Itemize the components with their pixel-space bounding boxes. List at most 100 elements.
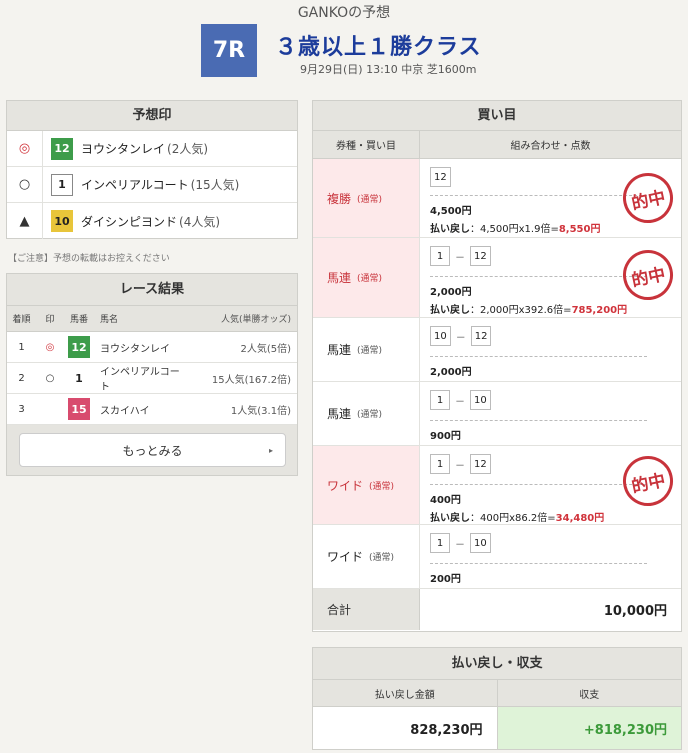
bet-row: 馬連 (通常) 1 － 12 2,000円 払い戻し：2,000円x392.6倍=78… bbox=[313, 238, 681, 318]
combo-number: 12 bbox=[430, 167, 451, 187]
combo-number: 10 bbox=[430, 326, 451, 346]
popularity-odds: 2人気(5倍) bbox=[240, 343, 291, 355]
horse-name-link[interactable]: ダイシンピヨンド bbox=[81, 213, 177, 230]
total-label: 合計 bbox=[313, 589, 420, 630]
header-popularity: 人気(単勝オッズ) bbox=[220, 315, 291, 325]
prediction-row: ▲ 10 ダイシンピヨンド (4人気) bbox=[7, 203, 297, 239]
combo-number: 1 bbox=[430, 246, 450, 266]
header-rank: 着順 bbox=[12, 315, 31, 325]
bet-type: 馬連 (通常) bbox=[313, 238, 420, 317]
bet-method: (通常) bbox=[357, 346, 383, 356]
payout-label: 払い戻し bbox=[430, 305, 470, 316]
bet-row: ワイド (通常) 1 － 10 200円 bbox=[313, 525, 681, 589]
payout-label: 払い戻し bbox=[430, 513, 470, 524]
combo-dash: － bbox=[455, 252, 465, 264]
payout-summary-title: 払い戻し・収支 bbox=[313, 648, 681, 680]
bet-type: 複勝 (通常) bbox=[313, 159, 420, 237]
payout-total: 785,200円 bbox=[571, 305, 628, 316]
combo-number: 1 bbox=[430, 390, 450, 410]
horse-name-link[interactable]: インペリアルコート bbox=[94, 363, 187, 393]
bet-type-label: ワイド bbox=[327, 478, 364, 493]
payout-total: 34,480円 bbox=[555, 513, 605, 524]
double-circle-mark-icon: ◎ bbox=[45, 341, 55, 353]
horse-name-link[interactable]: ヨウシタンレイ bbox=[94, 340, 187, 355]
bet-amount: 2,000円 bbox=[430, 367, 472, 378]
triangle-mark-icon: ▲ bbox=[7, 203, 43, 239]
popularity: (15人気) bbox=[190, 178, 240, 192]
bet-detail: 1 － 12 400円 払い戻し：400円x86.2倍=34,480円 的中 bbox=[420, 446, 681, 524]
payout-calc: ：400円x86.2倍= bbox=[470, 513, 556, 524]
combo-number: 12 bbox=[470, 454, 491, 474]
combo-number: 12 bbox=[470, 246, 491, 266]
header-payback: 払い戻し金額 bbox=[313, 680, 498, 706]
bet-type-label: 馬連 bbox=[327, 343, 352, 357]
combo-number: 1 bbox=[430, 533, 450, 553]
payout-calc: ：2,000円x392.6倍= bbox=[470, 305, 572, 316]
payout-line: 払い戻し：4,500円x1.9倍=8,550円 bbox=[430, 220, 671, 235]
bet-detail: 1 － 10 900円 bbox=[420, 382, 681, 445]
table-row: 3 15 スカイハイ 1人気(3.1倍) bbox=[7, 394, 297, 425]
bet-detail: 1 － 10 200円 bbox=[420, 525, 681, 588]
horse-name-link[interactable]: スカイハイ bbox=[94, 402, 187, 417]
payout-values-row: 828,230円 +818,230円 bbox=[313, 707, 681, 749]
bet-type: ワイド (通常) bbox=[313, 446, 420, 524]
balance-amount: +818,230円 bbox=[497, 707, 681, 749]
circle-mark-icon: ○ bbox=[7, 166, 43, 203]
combo-number: 10 bbox=[470, 533, 491, 553]
table-row: 2 ○ 1 インペリアルコート 15人気(167.2倍) bbox=[7, 363, 297, 394]
predictor-title: GANKOの予想 bbox=[297, 5, 391, 21]
bets-total-row: 合計 10,000円 bbox=[313, 589, 681, 630]
header-number: 馬番 bbox=[69, 315, 88, 325]
header-bet-type: 券種・買い目 bbox=[313, 131, 420, 158]
combo-dash: － bbox=[455, 539, 465, 551]
bet-type-label: 馬連 bbox=[327, 271, 352, 285]
bet-type: ワイド (通常) bbox=[313, 525, 420, 588]
bet-method: (通常) bbox=[357, 410, 383, 420]
bet-type: 馬連 (通常) bbox=[313, 318, 420, 381]
payout-calc: ：4,500円x1.9倍= bbox=[470, 224, 559, 235]
header-balance: 収支 bbox=[579, 689, 600, 701]
bet-type-label: ワイド bbox=[327, 550, 364, 564]
bet-row: 複勝 (通常) 12 4,500円 払い戻し：4,500円x1.9倍=8,550円… bbox=[313, 159, 681, 238]
bet-row: 馬連 (通常) 10 － 12 2,000円 bbox=[313, 318, 681, 382]
popularity-odds: 15人気(167.2倍) bbox=[211, 374, 291, 386]
bet-type-label: 複勝 bbox=[327, 191, 352, 206]
bets-panel-title: 買い目 bbox=[313, 101, 681, 131]
race-result-title: レース結果 bbox=[7, 274, 297, 306]
horse-number-badge: 15 bbox=[68, 398, 90, 420]
bet-detail: 1 － 12 2,000円 払い戻し：2,000円x392.6倍=785,200円 … bbox=[420, 238, 681, 317]
prediction-row: ◎ 12 ヨウシタンレイ (2人気) bbox=[7, 130, 297, 167]
race-number-badge: 7R bbox=[201, 24, 257, 77]
header-name: 馬名 bbox=[100, 315, 119, 325]
result-table-header: 着順 印 馬番 馬名 人気(単勝オッズ) bbox=[7, 306, 297, 332]
horse-number-badge: 12 bbox=[51, 137, 73, 160]
bet-amount: 200円 bbox=[430, 574, 461, 585]
prediction-panel-title: 予想印 bbox=[7, 101, 297, 131]
payout-line: 払い戻し：400円x86.2倍=34,480円 bbox=[430, 509, 671, 524]
table-row: 1 ◎ 12 ヨウシタンレイ 2人気(5倍) bbox=[7, 332, 297, 363]
bet-method: (通常) bbox=[369, 553, 395, 563]
payout-label: 払い戻し bbox=[430, 224, 470, 235]
payout-line: 払い戻し：2,000円x392.6倍=785,200円 bbox=[430, 301, 671, 316]
popularity-odds: 1人気(3.1倍) bbox=[230, 405, 291, 417]
bet-amount: 900円 bbox=[430, 431, 461, 442]
payback-amount: 828,230円 bbox=[313, 707, 498, 749]
bet-type-label: 馬連 bbox=[327, 407, 352, 421]
horse-name-link[interactable]: インペリアルコート bbox=[81, 176, 189, 193]
rank: 3 bbox=[18, 403, 25, 415]
bets-table-header: 券種・買い目 組み合わせ・点数 bbox=[313, 131, 681, 159]
popularity: (2人気) bbox=[167, 142, 209, 156]
bet-detail: 10 － 12 2,000円 bbox=[420, 318, 681, 381]
bet-row: 馬連 (通常) 1 － 10 900円 bbox=[313, 382, 681, 446]
bet-row: ワイド (通常) 1 － 12 400円 払い戻し：400円x86.2倍=34,480… bbox=[313, 446, 681, 525]
show-more-button[interactable]: もっとみる ▸ bbox=[19, 433, 286, 467]
rank: 1 bbox=[18, 341, 25, 353]
horse-number-badge: 10 bbox=[51, 210, 73, 232]
bets-panel: 買い目 券種・買い目 組み合わせ・点数 複勝 (通常) 12 4,500円 払い戻… bbox=[312, 100, 682, 632]
bet-method: (通常) bbox=[357, 194, 383, 205]
show-more-label: もっとみる bbox=[122, 443, 183, 458]
horse-name-link[interactable]: ヨウシタンレイ bbox=[81, 140, 165, 157]
header-combination: 組み合わせ・点数 bbox=[510, 141, 591, 152]
total-value: 10,000円 bbox=[603, 604, 667, 619]
rank: 2 bbox=[18, 372, 25, 384]
